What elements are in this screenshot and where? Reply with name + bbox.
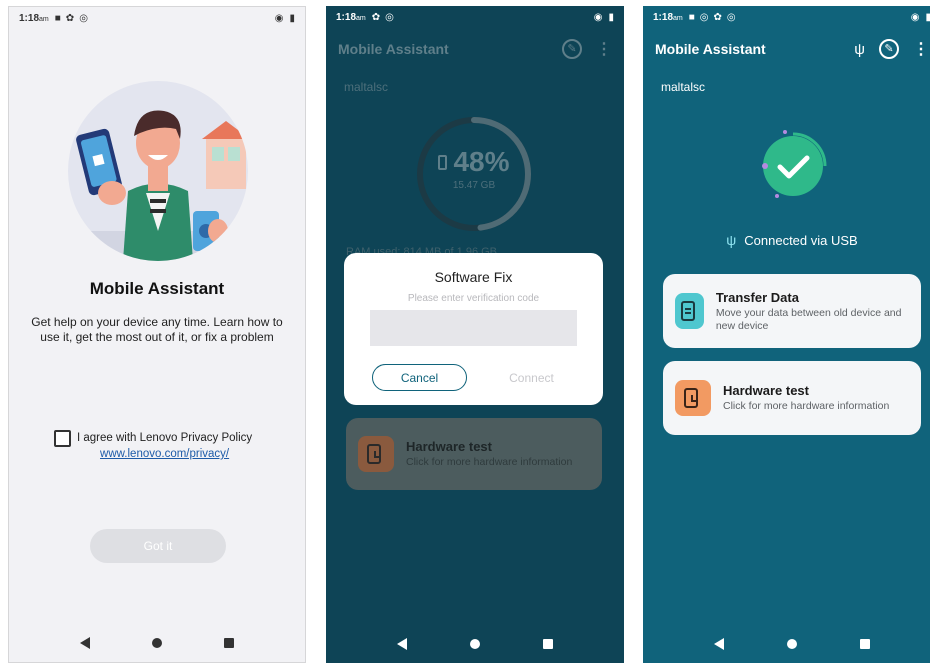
status-icons: ■ ◎ ✿ ◎ <box>689 12 736 23</box>
device-name: maltalsc <box>344 80 389 94</box>
connected-check-icon <box>762 130 827 198</box>
home-icon[interactable] <box>786 639 797 649</box>
usb-icon[interactable]: ψ <box>854 41 865 58</box>
navigation-bar <box>326 625 624 663</box>
agreement-label: I agree with Lenovo Privacy Policy <box>77 432 253 444</box>
storage-percent: 48% <box>453 146 510 177</box>
device-name: maltalsc <box>661 80 706 94</box>
agreement-text: I agree with Lenovo Privacy Policy www.l… <box>77 430 252 462</box>
eye-icon: ◉ <box>910 11 920 23</box>
phone-icon <box>438 154 448 170</box>
description-text: Get help on your device any time. Learn … <box>31 315 283 344</box>
status-right-icons: ◉ ▮ <box>275 13 295 24</box>
transfer-data-icon <box>675 293 704 329</box>
app-bar-actions: ✎ ⋮ <box>562 39 612 59</box>
more-options-icon[interactable]: ⋮ <box>913 39 929 59</box>
settings-icon: ✿ <box>65 12 75 24</box>
status-icons: ■ ✿ ◎ <box>55 13 88 24</box>
recents-icon[interactable] <box>542 639 553 649</box>
connect-button[interactable]: Connect <box>484 364 579 391</box>
dialog-title: Software Fix <box>434 269 513 285</box>
sync-icon: ◎ <box>79 12 88 24</box>
recents-icon[interactable] <box>224 638 234 648</box>
privacy-checkbox[interactable] <box>54 430 71 447</box>
eye-icon: ◉ <box>593 11 603 23</box>
hardware-test-card[interactable]: Hardware test Click for more hardware in… <box>663 361 921 435</box>
screen-connected-home: 1:18am ■ ◎ ✿ ◎ ◉ ▮ Mobile Assistant ψ ✎ … <box>643 6 930 663</box>
sync-icon-2: ◎ <box>726 11 736 23</box>
recents-icon[interactable] <box>859 639 870 649</box>
transfer-data-card[interactable]: Transfer Data Move your data between old… <box>663 274 921 348</box>
privacy-agreement: I agree with Lenovo Privacy Policy www.l… <box>54 430 252 462</box>
status-time: 1:18am <box>653 11 683 23</box>
privacy-policy-link[interactable]: www.lenovo.com/privacy/ <box>77 446 252 462</box>
hardware-test-icon <box>675 380 711 416</box>
repair-tool-icon[interactable]: ✎ <box>879 39 899 59</box>
storage-readout: 48% 15.47 GB <box>414 146 534 191</box>
status-icons: ✿ ◎ <box>372 12 394 23</box>
app-title: Mobile Assistant <box>338 41 449 57</box>
more-options-icon[interactable]: ⋮ <box>596 39 612 59</box>
sync-icon: ◎ <box>385 11 394 23</box>
connection-status: ψ Connected via USB <box>643 232 930 248</box>
navigation-bar <box>9 624 305 662</box>
screen-privacy-welcome: 1:18am ■ ✿ ◎ ◉ ▮ Mobile Assistant Get he… <box>8 6 306 663</box>
sync-icon: ◎ <box>699 11 709 23</box>
settings-icon: ✿ <box>713 11 722 23</box>
status-right-icons: ◉ ▮ <box>911 12 930 23</box>
gallery-icon: ■ <box>54 12 61 24</box>
page-title: Mobile Assistant <box>89 279 225 298</box>
card-subtitle: Move your data between old device and ne… <box>715 306 902 332</box>
battery-icon: ▮ <box>608 11 614 23</box>
verification-code-input[interactable] <box>370 310 577 346</box>
software-fix-dialog: Software Fix Please enter verification c… <box>344 253 603 405</box>
settings-icon: ✿ <box>371 11 381 23</box>
storage-size: 15.47 GB <box>452 180 496 191</box>
hardware-test-card[interactable]: Hardware test Click for more hardware in… <box>346 418 602 490</box>
repair-tool-icon[interactable]: ✎ <box>562 39 582 59</box>
card-title: Hardware test <box>406 439 492 454</box>
hardware-test-icon <box>358 436 394 472</box>
welcome-illustration <box>68 81 248 261</box>
status-right-icons: ◉ ▮ <box>594 12 614 23</box>
home-icon[interactable] <box>469 639 480 649</box>
card-subtitle: Click for more hardware information <box>723 400 890 412</box>
app-bar: Mobile Assistant ψ ✎ ⋮ <box>655 34 929 64</box>
got-it-button[interactable]: Got it <box>90 529 226 563</box>
app-title: Mobile Assistant <box>655 41 766 57</box>
back-icon[interactable] <box>714 638 725 650</box>
status-time: 1:18am <box>336 11 366 23</box>
card-title: Transfer Data <box>715 289 799 305</box>
status-time: 1:18am <box>19 12 49 24</box>
navigation-bar <box>643 625 930 663</box>
back-icon[interactable] <box>397 638 408 650</box>
app-bar: Mobile Assistant ✎ ⋮ <box>338 34 612 64</box>
battery-icon: ▮ <box>925 11 930 23</box>
home-icon[interactable] <box>152 638 162 648</box>
card-title: Hardware test <box>723 383 809 398</box>
status-bar: 1:18am ■ ◎ ✿ ◎ ◉ ▮ <box>643 6 930 28</box>
status-bar: 1:18am ✿ ◎ ◉ ▮ <box>326 6 624 28</box>
screen-software-fix-dialog: 1:18am ✿ ◎ ◉ ▮ Mobile Assistant ✎ ⋮ malt… <box>326 6 624 663</box>
app-bar-actions: ψ ✎ ⋮ <box>854 39 929 59</box>
verification-hint: Please enter verification code <box>407 293 540 304</box>
battery-icon: ▮ <box>289 12 295 24</box>
status-bar: 1:18am ■ ✿ ◎ ◉ ▮ <box>9 7 305 29</box>
connection-status-text: Connected via USB <box>744 232 858 248</box>
cancel-button[interactable]: Cancel <box>372 364 467 391</box>
back-icon[interactable] <box>80 637 90 649</box>
card-subtitle: Click for more hardware information <box>406 456 573 468</box>
gallery-icon: ■ <box>688 11 695 23</box>
eye-icon: ◉ <box>274 12 284 24</box>
usb-icon: ψ <box>726 232 737 248</box>
